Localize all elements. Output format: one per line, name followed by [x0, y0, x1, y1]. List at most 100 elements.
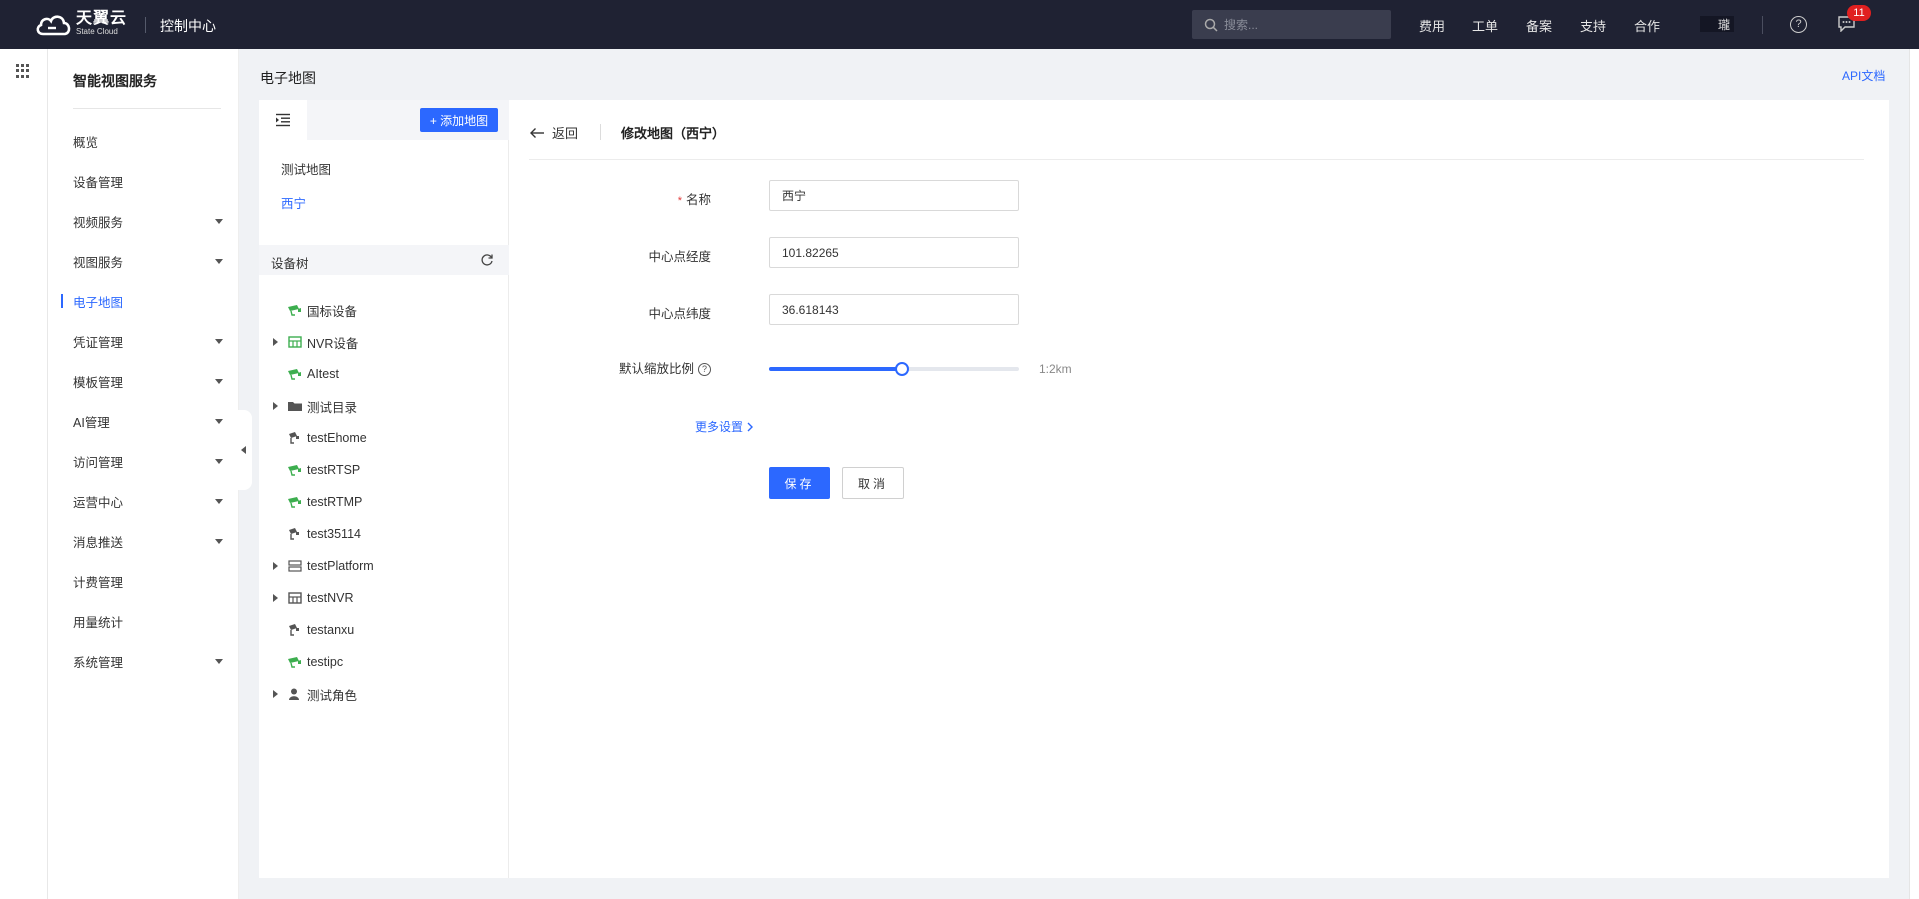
- sidebar-item[interactable]: 系统管理: [73, 651, 223, 671]
- message-badge: 11: [1847, 5, 1871, 21]
- nav-label[interactable]: 合作: [1634, 16, 1660, 35]
- user-name[interactable]: 瓏: [1718, 16, 1730, 33]
- service-title: 智能视图服务: [73, 73, 157, 89]
- scrollbar[interactable]: [1909, 49, 1919, 899]
- map-item-test[interactable]: 测试地图: [281, 159, 331, 178]
- nav-label[interactable]: 支持: [1580, 16, 1606, 35]
- topnav-filing[interactable]: 备案: [1526, 16, 1552, 35]
- more-settings-link[interactable]: 更多设置: [695, 418, 754, 435]
- tree-node[interactable]: testanxu: [269, 621, 354, 639]
- caret-down-icon: [215, 538, 223, 544]
- sidebar-item[interactable]: 用量统计: [73, 611, 223, 631]
- search-box[interactable]: [1192, 10, 1391, 39]
- cancel-button[interactable]: 取消: [842, 467, 904, 499]
- back-label: 返回: [552, 126, 579, 141]
- brand-name-en: State Cloud: [76, 26, 118, 36]
- tree-node[interactable]: testRTMP: [269, 493, 362, 511]
- expand-arrow-icon[interactable]: [269, 687, 283, 701]
- tree-node[interactable]: 测试目录: [269, 397, 357, 415]
- sidebar-item[interactable]: 电子地图: [61, 291, 223, 311]
- expand-arrow-icon[interactable]: [269, 335, 283, 349]
- sidebar-item[interactable]: 计费管理: [73, 571, 223, 591]
- tree-node[interactable]: testEhome: [269, 429, 367, 447]
- nav-label[interactable]: 备案: [1526, 16, 1552, 35]
- expand-arrow-icon[interactable]: [269, 591, 283, 605]
- caret-down-icon: [215, 658, 223, 664]
- topnav-ticket[interactable]: 工单: [1472, 16, 1498, 35]
- sidebar-item[interactable]: 视频服务: [73, 211, 223, 231]
- sidebar-item-label: 设备管理: [73, 175, 124, 190]
- tree-node[interactable]: 测试角色: [269, 685, 357, 703]
- expand-arrow-icon[interactable]: [269, 399, 283, 413]
- tree-node-label: testEhome: [307, 431, 367, 445]
- help-icon[interactable]: ?: [1790, 16, 1807, 33]
- camera-gray-icon: [287, 623, 303, 637]
- tree-node[interactable]: NVR设备: [269, 333, 358, 351]
- sidebar-item[interactable]: 消息推送: [73, 531, 223, 551]
- console-title[interactable]: 控制中心: [160, 16, 216, 36]
- brand-logo[interactable]: 天翼云 State Cloud: [34, 9, 128, 38]
- api-doc-link[interactable]: API文档: [1842, 67, 1885, 84]
- refresh-icon[interactable]: [480, 253, 494, 267]
- tree-node[interactable]: testRTSP: [269, 461, 360, 479]
- save-button[interactable]: 保存: [769, 467, 830, 499]
- sidebar-item[interactable]: 设备管理: [73, 171, 223, 191]
- name-label-row: * 名称: [678, 189, 711, 208]
- sidebar-item[interactable]: 视图服务: [73, 251, 223, 271]
- brand-name: 天翼云: [76, 9, 128, 27]
- question-icon[interactable]: ?: [698, 363, 711, 376]
- tree-node-label: 国标设备: [307, 304, 358, 319]
- tree-node[interactable]: testNVR: [269, 589, 354, 607]
- zoom-slider-thumb[interactable]: [894, 362, 909, 376]
- product-rail: [0, 49, 48, 899]
- tree-node-label: test35114: [307, 527, 361, 541]
- expand-arrow-icon[interactable]: [269, 559, 283, 573]
- latitude-input[interactable]: [769, 294, 1019, 325]
- caret-down-icon: [215, 218, 223, 224]
- sidebar-item[interactable]: 模板管理: [73, 371, 223, 391]
- apps-grid-icon[interactable]: [16, 64, 30, 78]
- add-map-button[interactable]: + 添加地图: [420, 108, 498, 132]
- tree-node[interactable]: test35114: [269, 525, 361, 543]
- camera-green-icon: [287, 495, 303, 509]
- search-input[interactable]: [1224, 17, 1384, 32]
- zoom-slider[interactable]: [769, 362, 1019, 376]
- zoom-label-wrap: 默认缩放比例?: [609, 352, 711, 384]
- sidebar-collapse-handle[interactable]: [236, 410, 252, 490]
- sidebar-item-label: 运营中心: [73, 495, 124, 510]
- sidebar-item[interactable]: 概览: [73, 131, 223, 151]
- sidebar-item-label: AI管理: [73, 415, 110, 430]
- name-input[interactable]: [769, 180, 1019, 211]
- tree-node[interactable]: testPlatform: [269, 557, 374, 575]
- topnav-cost[interactable]: 费用: [1419, 16, 1445, 35]
- back-button[interactable]: 返回: [529, 123, 578, 142]
- camera-gray-icon: [287, 431, 303, 445]
- map-panel-toolbar: + 添加地图: [259, 100, 509, 140]
- nav-label[interactable]: 工单: [1472, 16, 1498, 35]
- tree-node[interactable]: testipc: [269, 653, 343, 671]
- sidebar-item[interactable]: 运营中心: [73, 491, 223, 511]
- sidebar-item[interactable]: 访问管理: [73, 451, 223, 471]
- topnav-partner[interactable]: 合作: [1634, 16, 1660, 35]
- collapse-tab[interactable]: [259, 100, 307, 140]
- caret-down-icon: [215, 378, 223, 384]
- zoom-value: 1:2km: [1039, 362, 1072, 376]
- tree-node[interactable]: 国标设备: [269, 301, 357, 319]
- longitude-input[interactable]: [769, 237, 1019, 268]
- nav-label[interactable]: 费用: [1419, 16, 1445, 35]
- caret-down-icon: [215, 498, 223, 504]
- zoom-slider-fill: [769, 367, 902, 371]
- device-tree-title: 设备树: [271, 257, 309, 271]
- sidebar-item[interactable]: AI管理: [73, 411, 223, 431]
- name-label: 名称: [685, 193, 711, 207]
- map-item-xining[interactable]: 西宁: [281, 193, 306, 212]
- tree-node[interactable]: AItest: [269, 365, 339, 383]
- lat-label-wrap: 中心点纬度: [609, 295, 711, 327]
- side-menu: 智能视图服务 概览设备管理视频服务视图服务电子地图凭证管理模板管理 AI管理访问管…: [48, 49, 239, 899]
- topnav-support[interactable]: 支持: [1580, 16, 1606, 35]
- camera-gray-icon: [287, 527, 303, 541]
- sidebar-item[interactable]: 凭证管理: [73, 331, 223, 351]
